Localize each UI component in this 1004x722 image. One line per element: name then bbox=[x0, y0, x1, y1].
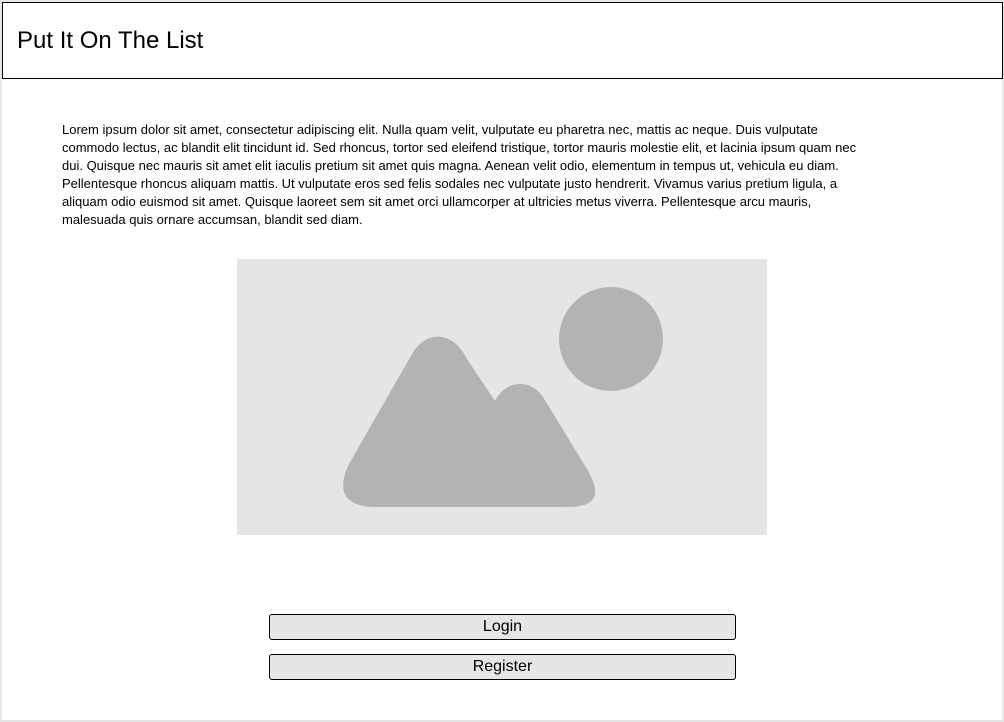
sun-shape bbox=[559, 287, 663, 391]
image-placeholder-icon bbox=[343, 287, 663, 507]
intro-paragraph: Lorem ipsum dolor sit amet, consectetur … bbox=[62, 122, 857, 227]
page-header: Put It On The List bbox=[2, 2, 1003, 79]
mountain-shape bbox=[343, 336, 596, 507]
login-button[interactable]: Login bbox=[269, 614, 736, 640]
page-title: Put It On The List bbox=[17, 27, 204, 54]
image-placeholder bbox=[237, 259, 767, 535]
register-button[interactable]: Register bbox=[269, 654, 736, 680]
